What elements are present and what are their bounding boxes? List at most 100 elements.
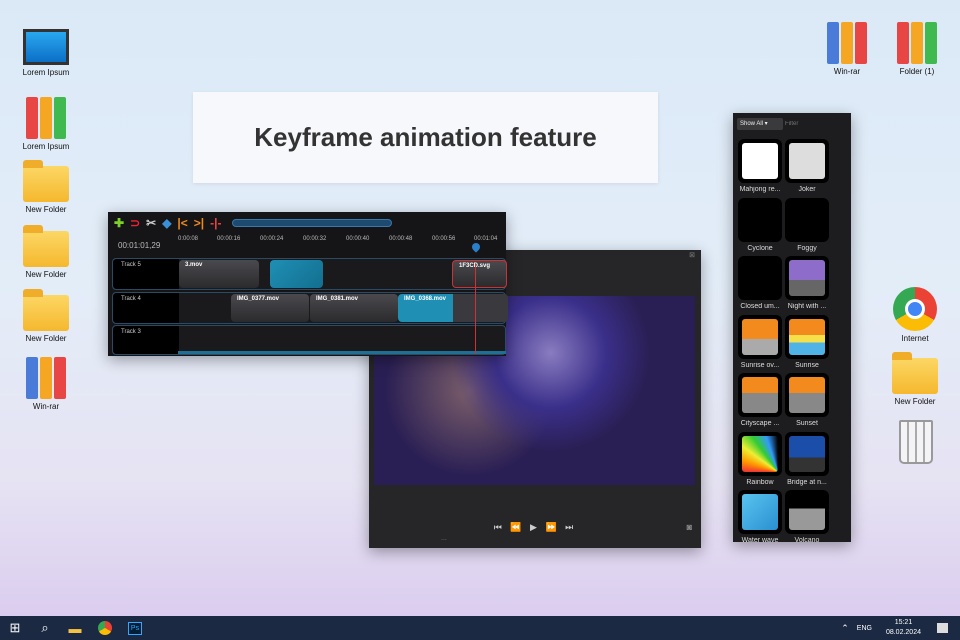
emoji-tile[interactable] xyxy=(785,373,829,417)
desktop-icon-binders[interactable]: Lorem Ipsum xyxy=(11,97,81,151)
jump-start-icon[interactable]: |< xyxy=(177,216,187,230)
emoji-tile[interactable] xyxy=(738,314,782,359)
taskbar: ⊞ ⌕ ▬ Ps ⌃ ENG 15:21 08.02.2024 xyxy=(0,616,960,640)
desktop-icon-winrar[interactable]: Win-rar xyxy=(812,22,882,76)
status-dots: ... xyxy=(441,535,447,542)
emoji-tile[interactable] xyxy=(738,139,782,183)
chevron-up-icon[interactable]: ⌃ xyxy=(841,623,849,634)
emoji-label: Sunset xyxy=(796,420,818,427)
playhead[interactable] xyxy=(470,241,482,253)
notification-icon[interactable] xyxy=(937,623,948,633)
tick-label: 00:01:04 xyxy=(474,236,498,242)
emoji-tile[interactable] xyxy=(785,256,829,300)
clip[interactable]: IMG_0368.mov xyxy=(398,294,508,322)
emoji-label: Night with ... xyxy=(787,303,827,310)
icon-label: New Folder xyxy=(25,205,67,214)
clip[interactable]: 1F3CD.svg xyxy=(452,260,507,288)
emoji-label: Closed um... xyxy=(740,303,780,310)
emoji-label: Foggy xyxy=(797,244,817,252)
emoji-tile[interactable] xyxy=(738,431,782,476)
folder-icon xyxy=(23,225,69,267)
show-all-dropdown[interactable]: Show All ▾ xyxy=(737,118,783,130)
emoji-label: Joker xyxy=(798,186,816,193)
track-label: Track 5 xyxy=(113,259,179,289)
timeline-toolbar: ✚ ⊃ ✂ ◆ |< >| -|- xyxy=(108,212,506,234)
track-label: Track 3 xyxy=(113,326,179,354)
camera-icon[interactable]: ◙ xyxy=(687,522,692,532)
track[interactable]: Track 4 IMG_0377.mov IMG_0381.mov IMG_03… xyxy=(112,292,508,324)
icon-label: Lorem Ipsum xyxy=(22,142,70,151)
icon-label: Lorem Ipsum xyxy=(22,68,70,77)
add-icon[interactable]: ✚ xyxy=(114,216,124,230)
computer-icon xyxy=(23,29,69,65)
tick-label: 00:00:16 xyxy=(217,236,241,242)
desktop-icon-computer[interactable]: Lorem Ipsum xyxy=(11,27,81,77)
emoji-tile[interactable] xyxy=(785,139,829,183)
tick-label: 0:00:08 xyxy=(178,236,199,242)
horizontal-scrollbar[interactable] xyxy=(178,351,506,354)
clip[interactable]: 3.mov xyxy=(179,260,259,288)
zoom-slider[interactable] xyxy=(231,219,392,227)
icon-label: Win-rar xyxy=(32,402,60,411)
tick-label: 00:00:32 xyxy=(303,236,327,242)
desktop-icon-folder[interactable]: New Folder xyxy=(880,352,950,406)
tick-label: 00:00:24 xyxy=(260,236,284,242)
desktop-icon-folder[interactable]: New Folder xyxy=(11,160,81,214)
folder-icon xyxy=(892,352,938,394)
clock[interactable]: 15:21 08.02.2024 xyxy=(886,618,921,638)
desktop-icon-internet[interactable]: Internet xyxy=(880,287,950,343)
chrome-icon[interactable] xyxy=(90,616,120,640)
language-indicator[interactable]: ENG xyxy=(857,625,872,632)
emoji-label: Sunrise xyxy=(795,361,819,369)
photoshop-icon[interactable]: Ps xyxy=(120,616,150,640)
recycle-bin-icon[interactable] xyxy=(899,420,933,464)
date: 08.02.2024 xyxy=(885,629,921,636)
add-marker-icon[interactable]: ◆ xyxy=(162,216,171,230)
desktop-icon-folder1[interactable]: Folder (1) xyxy=(882,22,952,76)
dropdown-value: Show All xyxy=(740,121,764,127)
emoji-label: Cyclone xyxy=(747,244,773,252)
emoji-label: Bridge at n... xyxy=(787,478,827,486)
icon-label: Folder (1) xyxy=(899,67,935,76)
filter-input[interactable] xyxy=(785,118,847,130)
emoji-tile[interactable] xyxy=(738,373,782,417)
razor-icon[interactable]: ✂ xyxy=(146,216,156,230)
jump-end-icon[interactable]: >| xyxy=(194,216,204,230)
search-icon[interactable]: ⌕ xyxy=(30,616,60,640)
time-ruler[interactable]: 00:01:01,29 0:00:08 00:00:16 00:00:24 00… xyxy=(108,234,506,254)
emoji-tile[interactable] xyxy=(738,197,782,242)
emoji-tile[interactable] xyxy=(738,256,782,300)
emoji-tile[interactable] xyxy=(785,197,829,242)
emoji-panel: Show All ▾ Mahjong re... Joker Cyclone Fogg… xyxy=(733,113,851,544)
icon-label: New Folder xyxy=(25,334,67,343)
desktop-icon-winrar[interactable]: Win-rar xyxy=(11,357,81,411)
folder-icon xyxy=(23,160,69,202)
folder-icon xyxy=(23,289,69,331)
timeline-window: ✚ ⊃ ✂ ◆ |< >| -|- 00:01:01,29 0:00:08 00… xyxy=(108,212,508,356)
desktop-icon-folder[interactable]: New Folder xyxy=(11,289,81,343)
emoji-tile[interactable] xyxy=(738,490,782,534)
track-label: Track 4 xyxy=(113,293,179,323)
windows-start-icon[interactable]: ⊞ xyxy=(0,616,30,640)
icon-label: New Folder xyxy=(894,397,936,406)
emoji-label: Mahjong re... xyxy=(739,186,781,193)
track[interactable]: Track 5 3.mov 1F3CD.svg xyxy=(112,258,507,290)
clip[interactable]: IMG_0377.mov xyxy=(231,294,309,322)
magnet-icon[interactable]: ⊃ xyxy=(130,216,140,230)
close-icon[interactable]: ⊠ xyxy=(689,251,695,259)
icon-label: Internet xyxy=(901,334,929,343)
clip[interactable]: IMG_0381.mov xyxy=(310,294,398,322)
binder-icon xyxy=(894,22,940,64)
desktop-icon-folder[interactable]: New Folder xyxy=(11,225,81,279)
emoji-label: Cityscape ... xyxy=(740,420,780,427)
playback-controls[interactable]: ⏮ ⏪ ▶ ⏩ ⏭ xyxy=(369,522,701,533)
transition[interactable] xyxy=(270,260,323,288)
file-explorer-icon[interactable]: ▬ xyxy=(60,616,90,640)
playhead-line xyxy=(475,264,476,354)
emoji-label: Water wave xyxy=(741,537,779,544)
emoji-tile[interactable] xyxy=(785,490,829,534)
emoji-tile[interactable] xyxy=(785,314,829,359)
emoji-tile[interactable] xyxy=(785,431,829,476)
time: 15:21 xyxy=(894,619,913,626)
center-playhead-icon[interactable]: -|- xyxy=(210,216,221,230)
